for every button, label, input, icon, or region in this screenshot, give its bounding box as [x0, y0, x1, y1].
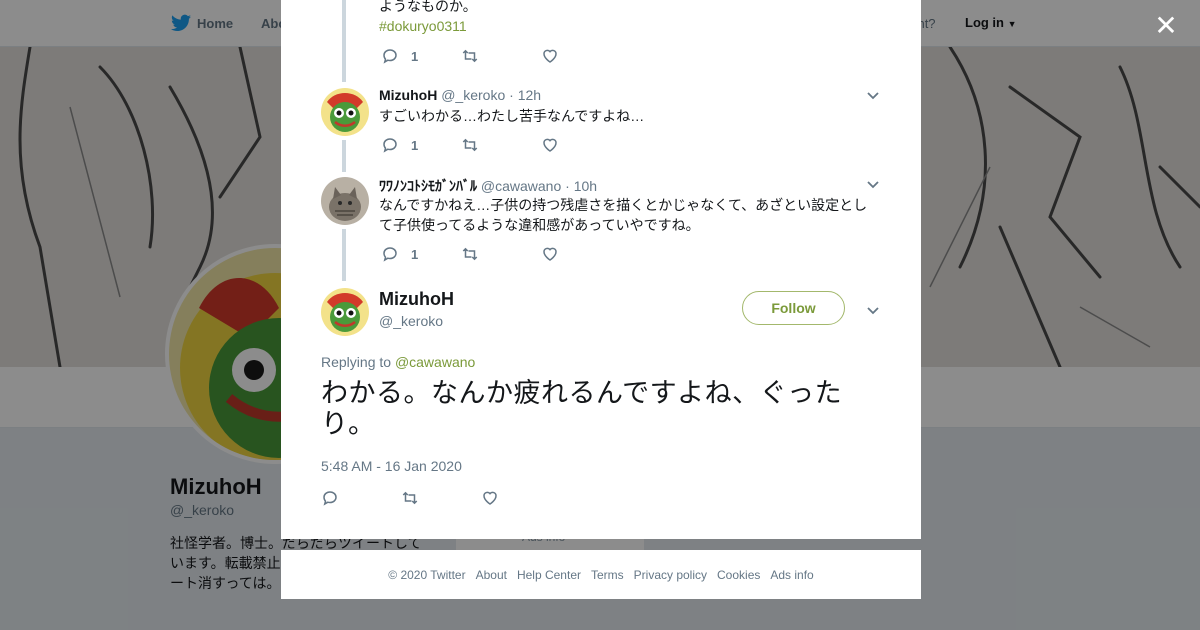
like-button[interactable]: [541, 47, 559, 65]
main-tweet-avatar[interactable]: [321, 288, 369, 336]
reply-button[interactable]: 1: [381, 47, 418, 65]
tweet-actions: 1: [381, 245, 581, 265]
tweet-modal: ようなものか。 #dokuryo0311 1 MizuhoH @_keroko …: [281, 0, 921, 539]
frog-avatar-icon: [321, 288, 369, 336]
cat-avatar-icon: [321, 177, 369, 225]
thread-line: [342, 229, 346, 281]
retweet-icon: [462, 138, 478, 152]
main-tweet-author-name[interactable]: MizuhoH: [379, 289, 454, 310]
reply-icon: [323, 491, 337, 506]
footer-link-about[interactable]: About: [476, 568, 507, 582]
tweet-avatar[interactable]: [321, 88, 369, 136]
retweet-button[interactable]: [461, 245, 479, 263]
reply-button[interactable]: [321, 489, 339, 507]
like-button[interactable]: [481, 489, 499, 507]
retweet-icon: [402, 491, 418, 505]
tweet-actions: 1: [381, 47, 581, 67]
like-button[interactable]: [541, 136, 559, 154]
tweet-text-tail: ようなものか。: [379, 0, 477, 14]
modal-footer: © 2020 Twitter About Help Center Terms P…: [281, 550, 921, 599]
reply-count: 1: [411, 48, 419, 64]
main-tweet-actions: [321, 489, 521, 509]
tweet-time[interactable]: · 12h: [509, 87, 541, 103]
tweet-author-handle[interactable]: @cawawano: [481, 178, 561, 194]
main-tweet-author-handle[interactable]: @_keroko: [379, 313, 443, 329]
heart-icon: [543, 49, 557, 63]
retweet-button[interactable]: [461, 47, 479, 65]
retweet-button[interactable]: [401, 489, 419, 507]
like-button[interactable]: [541, 245, 559, 263]
thread-line: [342, 140, 346, 172]
main-tweet-timestamp[interactable]: 5:48 AM - 16 Jan 2020: [321, 458, 462, 474]
tweet-author-name[interactable]: ﾜﾜﾉﾝｺﾄｼﾓｶﾞﾝﾊﾞﾙ: [379, 178, 477, 194]
heart-icon: [483, 491, 497, 505]
tweet-text: ようなものか。 #dokuryo0311: [379, 0, 879, 36]
footer-link-cookies[interactable]: Cookies: [717, 568, 760, 582]
close-icon[interactable]: ✕: [1152, 12, 1180, 40]
frog-avatar-icon: [321, 88, 369, 136]
reply-icon: [383, 138, 397, 153]
tweet-header: ﾜﾜﾉﾝｺﾄｼﾓｶﾞﾝﾊﾞﾙ @cawawano · 10h: [379, 176, 597, 196]
replying-to-link[interactable]: @cawawano: [395, 354, 475, 370]
chevron-down-icon[interactable]: [866, 303, 880, 317]
heart-icon: [543, 138, 557, 152]
footer-link-terms[interactable]: Terms: [591, 568, 624, 582]
reply-icon: [383, 49, 397, 64]
follow-button[interactable]: Follow: [742, 291, 845, 325]
tweet-text: なんですかねえ…子供の持つ残虐さを描くとかじゃなくて、あざとい設定として子供使っ…: [379, 197, 868, 233]
heart-icon: [543, 247, 557, 261]
tweet-time[interactable]: · 10h: [565, 178, 597, 194]
tweet-actions: 1: [381, 136, 581, 156]
retweet-icon: [462, 247, 478, 261]
main-tweet-text: わかる。なんか疲れるんですよね、ぐったり。: [321, 378, 843, 439]
replying-to: Replying to @cawawano: [321, 354, 475, 370]
tweet-author-handle[interactable]: @_keroko: [441, 87, 505, 103]
replying-label: Replying to: [321, 354, 392, 370]
reply-count: 1: [411, 246, 419, 262]
chevron-down-icon[interactable]: [866, 177, 880, 191]
tweet-avatar[interactable]: [321, 177, 369, 225]
thread-line: [342, 0, 346, 82]
copyright-text: © 2020 Twitter: [388, 567, 466, 582]
tweet-author-name[interactable]: MizuhoH: [379, 87, 437, 103]
chevron-down-icon[interactable]: [866, 88, 880, 102]
retweet-icon: [462, 49, 478, 63]
footer-link-help-center[interactable]: Help Center: [517, 568, 581, 582]
reply-count: 1: [411, 137, 419, 153]
tweet-header: MizuhoH @_keroko · 12h: [379, 87, 541, 103]
footer-link-ads-info[interactable]: Ads info: [770, 568, 813, 582]
footer-link-privacy-policy[interactable]: Privacy policy: [634, 568, 707, 582]
tweet-text: すごいわかる…わたし苦手なんですよね…: [379, 108, 645, 124]
retweet-button[interactable]: [461, 136, 479, 154]
reply-icon: [383, 247, 397, 262]
reply-button[interactable]: 1: [381, 245, 418, 263]
hashtag-link[interactable]: #dokuryo0311: [379, 18, 467, 34]
reply-button[interactable]: 1: [381, 136, 418, 154]
